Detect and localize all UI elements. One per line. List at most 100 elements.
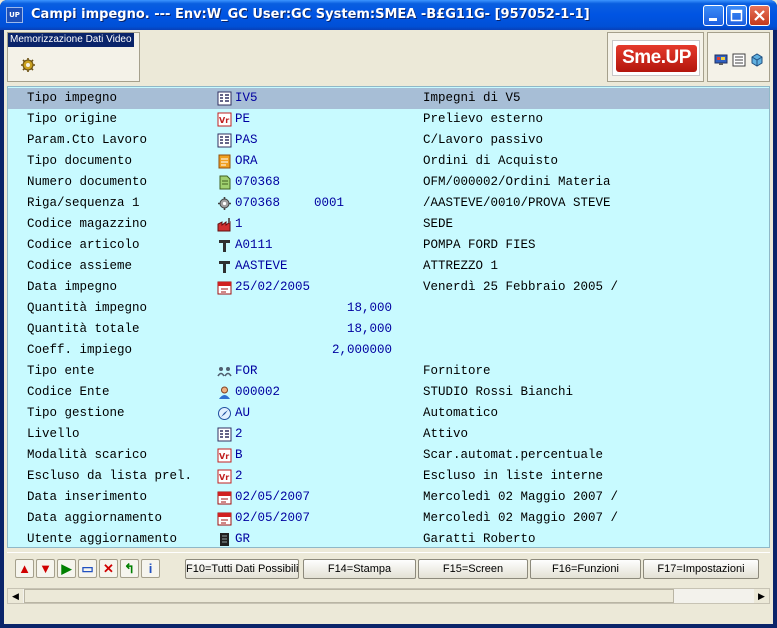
field-row[interactable]: Tipo ente FOR Fornitore xyxy=(8,361,769,382)
scroll-right-icon[interactable]: ▶ xyxy=(754,589,769,603)
maximize-button[interactable] xyxy=(726,5,747,26)
document-icon[interactable] xyxy=(217,175,232,190)
field-value[interactable]: 02/05/2007 xyxy=(235,508,310,529)
calendar-icon[interactable] xyxy=(217,280,232,295)
field-label: Param.Cto Lavoro xyxy=(27,133,148,147)
field-value[interactable]: 000002 xyxy=(235,382,280,403)
cube-icon[interactable] xyxy=(750,53,764,67)
vr-icon[interactable]: Vr xyxy=(217,448,232,463)
info-icon[interactable]: i xyxy=(141,559,160,578)
close-button[interactable] xyxy=(749,5,770,26)
arrow-up-icon[interactable]: ▲ xyxy=(15,559,34,578)
field-value[interactable]: AU xyxy=(235,403,250,424)
compass-icon[interactable] xyxy=(217,406,232,421)
app-window: UP Campi impegno. --- Env:W_GC User:GC S… xyxy=(0,0,777,628)
field-row[interactable]: Codice assieme AASTEVE ATTREZZO 1 xyxy=(8,256,769,277)
user-icon[interactable] xyxy=(217,385,232,400)
function-key-button[interactable]: F15=Screen xyxy=(418,559,528,579)
field-row[interactable]: Quantità impegno 18,000 xyxy=(8,298,769,319)
field-label: Data inserimento xyxy=(27,490,148,504)
function-key-button[interactable]: F10=Tutti Dati Possibili xyxy=(185,559,299,579)
field-row[interactable]: Numero documento 070368 OFM/000002/Ordini … xyxy=(8,172,769,193)
title-bar[interactable]: UP Campi impegno. --- Env:W_GC User:GC S… xyxy=(0,0,777,30)
terminal-icon[interactable] xyxy=(217,532,232,547)
field-number[interactable]: 18,000 xyxy=(347,319,392,340)
field-row[interactable]: Coeff. impiego 2,000000 xyxy=(8,340,769,361)
logo-panel: Sme.UP xyxy=(607,32,704,82)
field-row[interactable]: Tipo documento ORA Ordini di Acquisto xyxy=(8,151,769,172)
field-label: Riga/sequenza 1 xyxy=(27,196,140,210)
field-value[interactable]: 070368 xyxy=(235,172,280,193)
function-key-button[interactable]: F17=Impostazioni xyxy=(643,559,759,579)
field-row[interactable]: Codice articolo A0111 POMPA FORD FIES xyxy=(8,235,769,256)
field-row[interactable]: Data impegno 25/02/2005 Venerdì 25 Febbrai… xyxy=(8,277,769,298)
field-row[interactable]: Livello 2 Attivo xyxy=(8,424,769,445)
field-row[interactable]: Tipo origine Vr PE Prelievo esterno xyxy=(8,109,769,130)
arrow-down-icon[interactable]: ▼ xyxy=(36,559,55,578)
field-value[interactable]: 070368 xyxy=(235,193,280,214)
field-value[interactable]: 1 xyxy=(235,214,243,235)
field-value[interactable]: AASTEVE xyxy=(235,256,288,277)
calendar-icon[interactable] xyxy=(217,511,232,526)
grid-icon[interactable] xyxy=(217,427,232,442)
function-key-button[interactable]: F14=Stampa xyxy=(303,559,416,579)
field-value[interactable]: 2 xyxy=(235,424,243,445)
field-row[interactable]: Data aggiornamento 02/05/2007 Mercoledì 02… xyxy=(8,508,769,529)
window-client: Memorizzazione Dati Video Sme.UP Tipo im… xyxy=(4,30,773,624)
people-icon[interactable] xyxy=(217,364,232,379)
field-value[interactable]: GR xyxy=(235,529,250,547)
field-row[interactable]: Codice Ente 000002 STUDIO Rossi Bianchi xyxy=(8,382,769,403)
field-value[interactable]: B xyxy=(235,445,243,466)
grid-icon[interactable] xyxy=(217,91,232,106)
gear-icon[interactable] xyxy=(217,196,232,211)
field-description: ATTREZZO 1 xyxy=(423,259,499,273)
field-row[interactable]: Modalità scarico Vr B Scar.automat.percentu… xyxy=(8,445,769,466)
vr-icon[interactable]: Vr xyxy=(217,469,232,484)
field-value[interactable]: A0111 xyxy=(235,235,273,256)
field-row[interactable]: Codice magazzino 1 SEDE xyxy=(8,214,769,235)
field-description: Attivo xyxy=(423,427,469,441)
field-row[interactable]: Tipo impegno IV5 Impegni di V5 xyxy=(8,88,769,109)
field-value[interactable]: 2 xyxy=(235,466,243,487)
field-value[interactable]: FOR xyxy=(235,361,258,382)
field-value[interactable]: PAS xyxy=(235,130,258,151)
field-value[interactable]: PE xyxy=(235,109,250,130)
memo-gear-icon[interactable] xyxy=(20,57,36,73)
back-arrow-icon[interactable]: ↰ xyxy=(120,559,139,578)
field-row[interactable]: Param.Cto Lavoro PAS C/Lavoro passivo xyxy=(8,130,769,151)
vr-icon[interactable]: Vr xyxy=(217,112,232,127)
scroll-thumb[interactable] xyxy=(24,589,674,603)
field-row[interactable]: Utente aggiornamento GR Garatti Roberto xyxy=(8,529,769,547)
field-label: Codice articolo xyxy=(27,238,140,252)
list-icon[interactable] xyxy=(732,53,746,67)
field-row[interactable]: Tipo gestione AU Automatico xyxy=(8,403,769,424)
field-value[interactable]: 25/02/2005 xyxy=(235,277,310,298)
field-row[interactable]: Data inserimento 02/05/2007 Mercoledì 02 M… xyxy=(8,487,769,508)
field-row[interactable]: Riga/sequenza 1 070368 0001/AASTEVE/0010/P… xyxy=(8,193,769,214)
field-value-secondary[interactable]: 0001 xyxy=(314,193,344,214)
play-icon[interactable]: ▶ xyxy=(57,559,76,578)
field-label: Tipo origine xyxy=(27,112,118,126)
field-label: Codice magazzino xyxy=(27,217,148,231)
field-row[interactable]: Escluso da lista prel. Vr 2 Escluso in list… xyxy=(8,466,769,487)
field-number[interactable]: 18,000 xyxy=(347,298,392,319)
field-value[interactable]: 02/05/2007 xyxy=(235,487,310,508)
field-value[interactable]: ORA xyxy=(235,151,258,172)
field-value[interactable]: IV5 xyxy=(235,88,258,109)
calendar-icon[interactable] xyxy=(217,490,232,505)
field-description: Escluso in liste interne xyxy=(423,469,604,483)
factory-icon[interactable] xyxy=(217,217,232,232)
tool-icon[interactable] xyxy=(217,238,232,253)
tool-icon[interactable] xyxy=(217,259,232,274)
minimize-button[interactable] xyxy=(703,5,724,26)
grid-icon[interactable] xyxy=(217,133,232,148)
field-row[interactable]: Quantità totale 18,000 xyxy=(8,319,769,340)
field-number[interactable]: 2,000000 xyxy=(332,340,392,361)
monitor-icon[interactable] xyxy=(714,53,728,67)
horizontal-scrollbar[interactable]: ◀ ▶ xyxy=(7,588,770,604)
document-type-icon[interactable] xyxy=(217,154,232,169)
eraser-icon[interactable]: ▭ xyxy=(78,559,97,578)
function-key-button[interactable]: F16=Funzioni xyxy=(530,559,641,579)
delete-icon[interactable]: ✕ xyxy=(99,559,118,578)
scroll-left-icon[interactable]: ◀ xyxy=(8,589,23,603)
